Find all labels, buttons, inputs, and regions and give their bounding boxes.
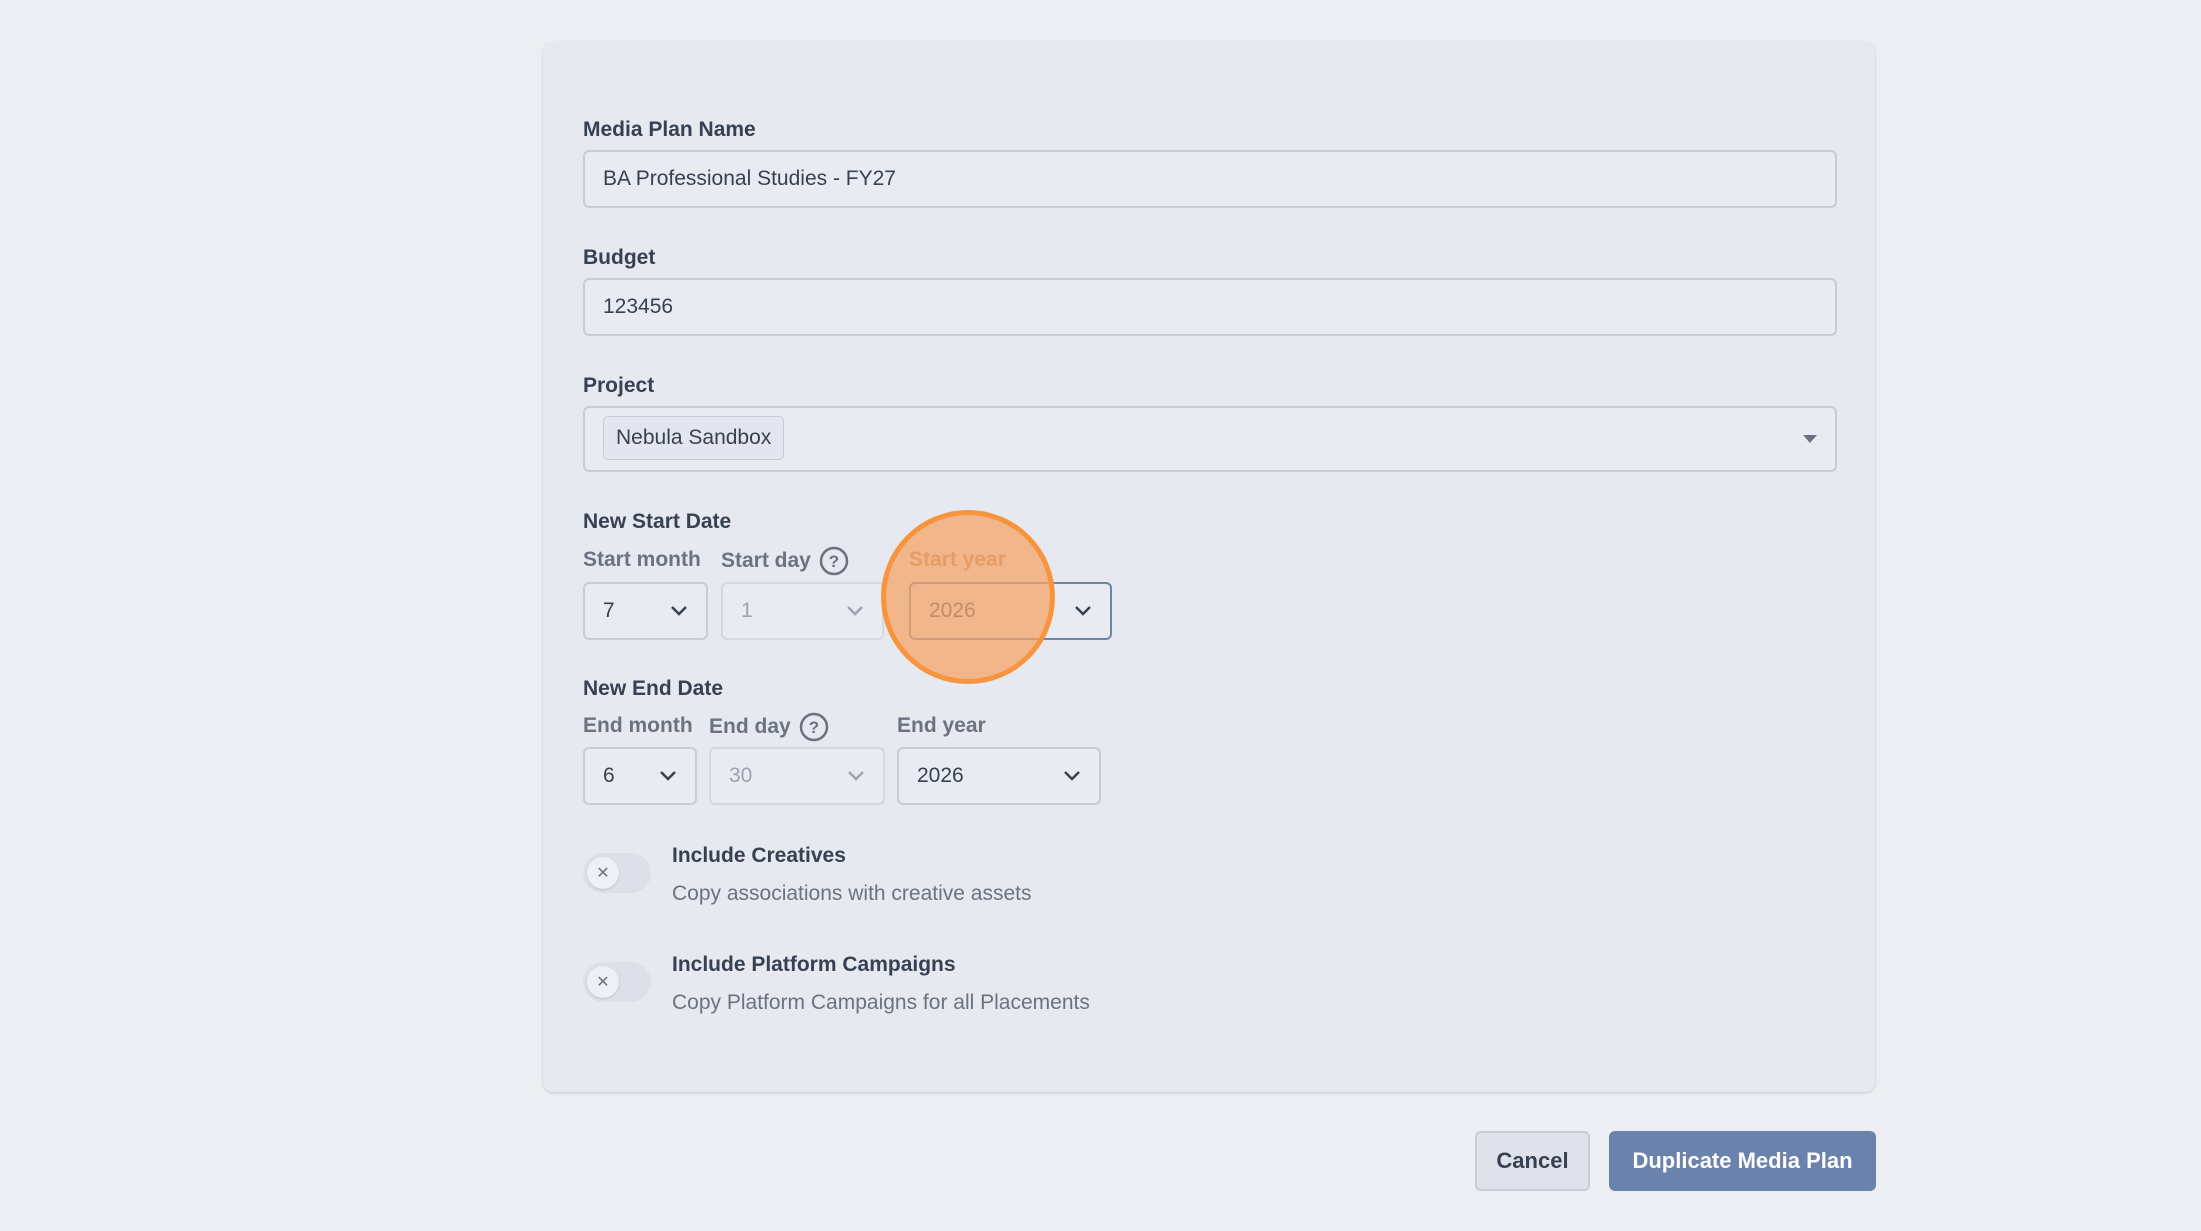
- x-icon: ✕: [587, 966, 619, 998]
- end-day-label-text: End day: [709, 715, 791, 738]
- include-platform-campaigns-title: Include Platform Campaigns: [672, 953, 956, 976]
- include-creatives-description: Copy associations with creative assets: [672, 882, 1032, 905]
- chevron-down-icon: [660, 771, 676, 781]
- start-day-select[interactable]: 1: [721, 582, 884, 640]
- include-creatives-title: Include Creatives: [672, 844, 846, 867]
- start-day-label: Start day ?: [721, 546, 849, 576]
- budget-label: Budget: [583, 246, 656, 269]
- chevron-down-icon: [1075, 606, 1091, 616]
- start-month-label: Start month: [583, 548, 701, 572]
- end-month-label: End month: [583, 714, 693, 738]
- end-month-label-text: End month: [583, 714, 693, 737]
- duplicate-media-plan-button[interactable]: Duplicate Media Plan: [1609, 1131, 1876, 1191]
- media-plan-name-label: Media Plan Name: [583, 118, 756, 141]
- start-year-select[interactable]: 2026: [909, 582, 1112, 640]
- end-month-select[interactable]: 6: [583, 747, 697, 805]
- start-month-select[interactable]: 7: [583, 582, 708, 640]
- include-platform-campaigns-toggle[interactable]: ✕: [583, 962, 651, 1002]
- end-day-select[interactable]: 30: [709, 747, 885, 805]
- project-select[interactable]: Nebula Sandbox: [583, 406, 1837, 472]
- cancel-button[interactable]: Cancel: [1475, 1131, 1590, 1191]
- end-day-label: End day ?: [709, 712, 829, 742]
- duplicate-media-plan-button-label: Duplicate Media Plan: [1632, 1148, 1853, 1173]
- budget-input[interactable]: 123456: [583, 278, 1837, 336]
- chevron-down-icon: [671, 606, 687, 616]
- include-creatives-toggle[interactable]: ✕: [583, 853, 651, 893]
- caret-down-icon[interactable]: [1803, 435, 1817, 443]
- project-label: Project: [583, 374, 655, 397]
- media-plan-name-value: BA Professional Studies - FY27: [603, 167, 896, 190]
- start-year-label-text: Start year: [909, 548, 1006, 571]
- svg-text:?: ?: [808, 718, 818, 737]
- x-icon: ✕: [587, 857, 619, 889]
- end-year-value: 2026: [917, 764, 964, 787]
- question-circle-icon[interactable]: ?: [819, 546, 849, 576]
- start-day-label-text: Start day: [721, 549, 811, 572]
- end-month-value: 6: [603, 764, 615, 787]
- chevron-down-icon: [848, 771, 864, 781]
- svg-text:?: ?: [829, 552, 839, 571]
- budget-value: 123456: [603, 295, 674, 318]
- cancel-button-label: Cancel: [1496, 1148, 1569, 1173]
- question-circle-icon[interactable]: ?: [799, 712, 829, 742]
- end-year-select[interactable]: 2026: [897, 747, 1101, 805]
- start-month-label-text: Start month: [583, 548, 701, 571]
- media-plan-name-input[interactable]: BA Professional Studies - FY27: [583, 150, 1837, 208]
- end-date-label: New End Date: [583, 677, 724, 700]
- project-tag-label: Nebula Sandbox: [616, 426, 772, 449]
- start-day-value: 1: [741, 599, 753, 622]
- end-year-label: End year: [897, 714, 986, 738]
- end-year-label-text: End year: [897, 714, 986, 737]
- start-month-value: 7: [603, 599, 615, 622]
- chevron-down-icon: [1064, 771, 1080, 781]
- include-platform-campaigns-description: Copy Platform Campaigns for all Placemen…: [672, 991, 1090, 1014]
- start-year-value: 2026: [929, 599, 976, 622]
- start-date-label: New Start Date: [583, 510, 732, 533]
- end-day-value: 30: [729, 764, 753, 787]
- start-year-label: Start year: [909, 548, 1006, 572]
- chevron-down-icon: [847, 606, 863, 616]
- project-tag[interactable]: Nebula Sandbox: [603, 416, 785, 460]
